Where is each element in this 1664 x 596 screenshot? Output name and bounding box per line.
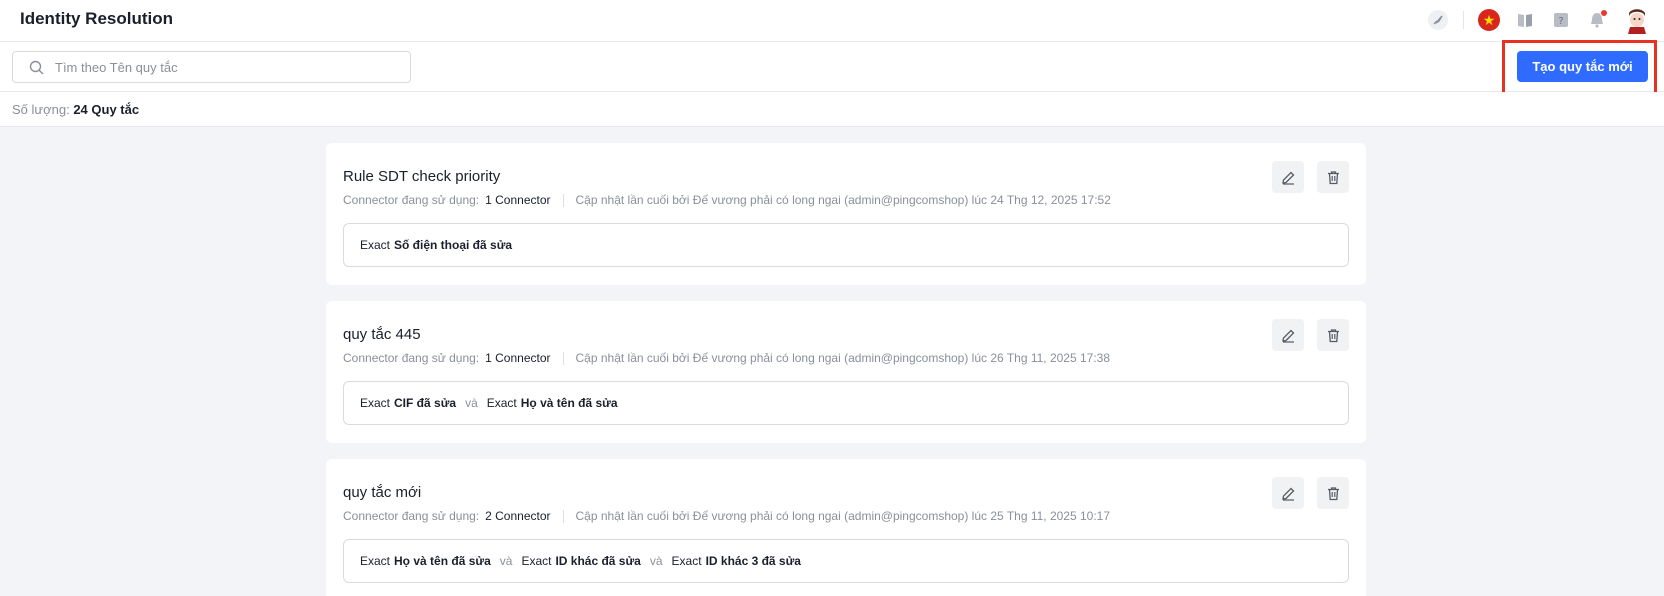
connector-value: 1 Connector	[485, 193, 551, 207]
search-box[interactable]	[12, 51, 411, 83]
updated-info: Cập nhật lần cuối bởi Đế vương phải có l…	[575, 351, 1111, 365]
pencil-icon	[1281, 487, 1294, 501]
vietnam-flag-icon: ★	[1478, 9, 1500, 31]
bell-icon[interactable]	[1586, 9, 1608, 31]
rule-title: quy tắc mới	[343, 484, 422, 501]
edit-button[interactable]	[1272, 161, 1304, 193]
condition-join: và	[465, 396, 478, 410]
page-title: Identity Resolution	[20, 9, 173, 28]
notification-dot	[1601, 10, 1607, 16]
search-icon	[29, 60, 44, 75]
condition-field: Số điện thoại đã sửa	[394, 238, 513, 252]
connector-value: 2 Connector	[485, 509, 551, 523]
search-input[interactable]	[55, 53, 395, 81]
condition-field: Họ và tên đã sửa	[394, 554, 491, 568]
edit-button[interactable]	[1272, 477, 1304, 509]
trash-icon	[1327, 486, 1339, 500]
condition-field: Họ và tên đã sửa	[520, 396, 618, 410]
condition-type: Exact	[521, 554, 552, 568]
meta-divider	[562, 193, 564, 207]
language-selector[interactable]: ★	[1478, 9, 1500, 31]
meta-divider	[562, 509, 564, 523]
rule-meta: Connector đang sử dụng: 1 Connector Cập …	[343, 192, 1111, 208]
rule-card: Rule SDT check priority Connector đang s…	[326, 143, 1366, 285]
book-icon[interactable]	[1514, 9, 1536, 31]
rule-conditions: Exact Số điện thoại đã sửa	[343, 223, 1349, 267]
connector-label: Connector đang sử dụng:	[343, 351, 480, 365]
meta-divider	[562, 351, 564, 365]
rule-title: Rule SDT check priority	[343, 168, 501, 185]
pencil-icon	[1281, 171, 1294, 185]
rule-meta: Connector đang sử dụng: 2 Connector Cập …	[343, 508, 1110, 524]
connector-value: 1 Connector	[485, 351, 551, 365]
rocket-icon[interactable]	[1427, 9, 1449, 31]
connector-label: Connector đang sử dụng:	[343, 509, 480, 523]
count-bar: Số lượng: 24 Quy tắc	[0, 92, 1664, 127]
edit-button[interactable]	[1272, 319, 1304, 351]
condition-join: và	[649, 554, 663, 568]
help-icon[interactable]: ?	[1550, 9, 1572, 31]
condition-type: Exact	[671, 554, 702, 568]
condition-field: ID khác đã sửa	[555, 554, 641, 568]
rule-title: quy tắc 445	[343, 326, 421, 343]
create-rule-button[interactable]: Tạo quy tắc mới	[1517, 51, 1648, 82]
trash-icon	[1327, 170, 1339, 184]
rule-meta: Connector đang sử dụng: 1 Connector Cập …	[343, 350, 1110, 366]
user-avatar[interactable]	[1622, 5, 1652, 35]
rule-count: Số lượng: 24 Quy tắc	[12, 101, 139, 118]
top-bar: Identity Resolution ★ ?	[0, 0, 1664, 42]
rule-conditions: Exact CIF đã sửa và Exact Họ và tên đã s…	[343, 381, 1349, 425]
rule-card: quy tắc 445 Connector đang sử dụng: 1 Co…	[326, 301, 1366, 443]
condition-field: CIF đã sửa	[394, 396, 457, 410]
search-bar	[0, 42, 1664, 92]
condition-type: Exact	[360, 554, 391, 568]
connector-label: Connector đang sử dụng:	[343, 193, 480, 207]
pencil-icon	[1281, 329, 1294, 343]
rule-card: quy tắc mới Connector đang sử dụng: 2 Co…	[326, 459, 1366, 596]
top-icons: ★ ?	[1413, 4, 1652, 36]
condition-type: Exact	[360, 396, 391, 410]
svg-text:?: ?	[1558, 16, 1563, 27]
count-value: 24 Quy tắc	[73, 102, 140, 117]
condition-field: ID khác 3 đã sửa	[705, 554, 801, 568]
delete-button[interactable]	[1317, 319, 1349, 351]
trash-icon	[1327, 328, 1339, 342]
rule-conditions: Exact Họ và tên đã sửa và Exact ID khác …	[343, 539, 1349, 583]
delete-button[interactable]	[1317, 477, 1349, 509]
condition-type: Exact	[486, 396, 517, 410]
condition-join: và	[499, 554, 513, 568]
condition-type: Exact	[360, 238, 391, 252]
divider	[1463, 11, 1464, 29]
count-label: Số lượng:	[12, 102, 70, 117]
delete-button[interactable]	[1317, 161, 1349, 193]
updated-info: Cập nhật lần cuối bởi Đế vương phải có l…	[575, 193, 1111, 207]
updated-info: Cập nhật lần cuối bởi Đế vương phải có l…	[575, 509, 1111, 523]
